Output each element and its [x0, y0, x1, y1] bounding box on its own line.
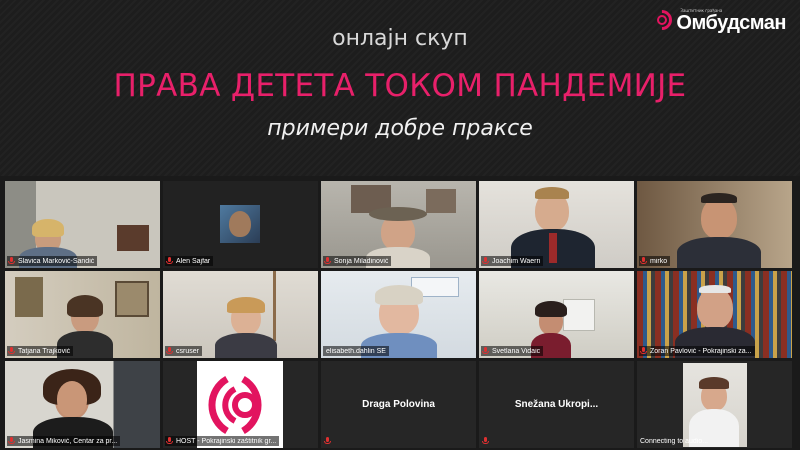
mic-muted-icon [166, 347, 173, 355]
mic-muted-icon [8, 257, 15, 265]
participant-name: Joachim Waern [492, 257, 541, 265]
participant-tile[interactable]: HOST - Pokrajinski zaštitnik gr... [163, 361, 318, 448]
participant-name: Snežana Ukropi... [514, 399, 599, 410]
video-gallery: Slavica Marković-Sandić Alen Šajfar Sonj… [5, 181, 795, 450]
mic-muted-icon [640, 347, 647, 355]
participant-name: Jasmina Miković, Centar za pr... [18, 437, 118, 445]
participant-name: Draga Polovina [362, 399, 435, 410]
participant-tile[interactable]: Slavica Marković-Sandić [5, 181, 160, 268]
participant-name: Slavica Marković-Sandić [18, 257, 95, 265]
participant-status: Connecting to audio... [640, 437, 709, 445]
participant-name: Alen Šajfar [176, 257, 211, 265]
participant-name: elisabeth.dahlin SE [326, 347, 386, 355]
mic-muted-icon [640, 257, 647, 265]
mic-muted-icon [324, 437, 331, 445]
mic-muted-icon [8, 347, 15, 355]
participant-tile[interactable]: Alen Šajfar [163, 181, 318, 268]
participant-name: mirko [650, 257, 668, 265]
participant-name: Svetlana Vidaic [492, 347, 541, 355]
participant-tile[interactable]: mirko [637, 181, 792, 268]
conference-banner: Заштитник грађана Омбудсман онлајн скуп … [0, 0, 800, 176]
event-subtitle: онлајн скуп [332, 26, 468, 51]
mic-muted-icon [8, 437, 15, 445]
mic-muted-icon [482, 347, 489, 355]
participant-tile[interactable]: Connecting to audio... [637, 361, 792, 448]
participant-tile[interactable]: Tatjana Trajković [5, 271, 160, 358]
participant-tile[interactable]: Zoran Pavlović - Pokrajinski za... [637, 271, 792, 358]
mic-muted-icon [482, 257, 489, 265]
participant-name: Sonja Miladinović [334, 257, 389, 265]
participant-name: csruser [176, 347, 199, 355]
event-tagline: примери добре праксе [267, 116, 533, 141]
participant-name: HOST - Pokrajinski zaštitnik gr... [176, 437, 277, 445]
participant-tile-no-video[interactable]: Draga Polovina [321, 361, 476, 448]
mic-muted-icon [166, 257, 173, 265]
mic-muted-icon [324, 257, 331, 265]
participant-tile[interactable]: csruser [163, 271, 318, 358]
participant-name: Tatjana Trajković [18, 347, 71, 355]
mic-muted-icon [166, 437, 173, 445]
participant-tile[interactable]: Jasmina Miković, Centar za pr... [5, 361, 160, 448]
participant-tile[interactable]: Svetlana Vidaic [479, 271, 634, 358]
participant-tile-active-speaker[interactable]: elisabeth.dahlin SE [321, 271, 476, 358]
ombudsman-host-logo-icon [208, 375, 262, 435]
participant-tile[interactable]: Sonja Miladinović [321, 181, 476, 268]
event-title: ПРАВА ДЕТЕТА ТОКОМ ПАНДЕМИЈЕ [113, 68, 687, 104]
participant-tile-no-video[interactable]: Snežana Ukropi... [479, 361, 634, 448]
participant-tile[interactable]: Joachim Waern [479, 181, 634, 268]
participant-name: Zoran Pavlović - Pokrajinski za... [650, 347, 752, 355]
mic-muted-icon [482, 437, 489, 445]
